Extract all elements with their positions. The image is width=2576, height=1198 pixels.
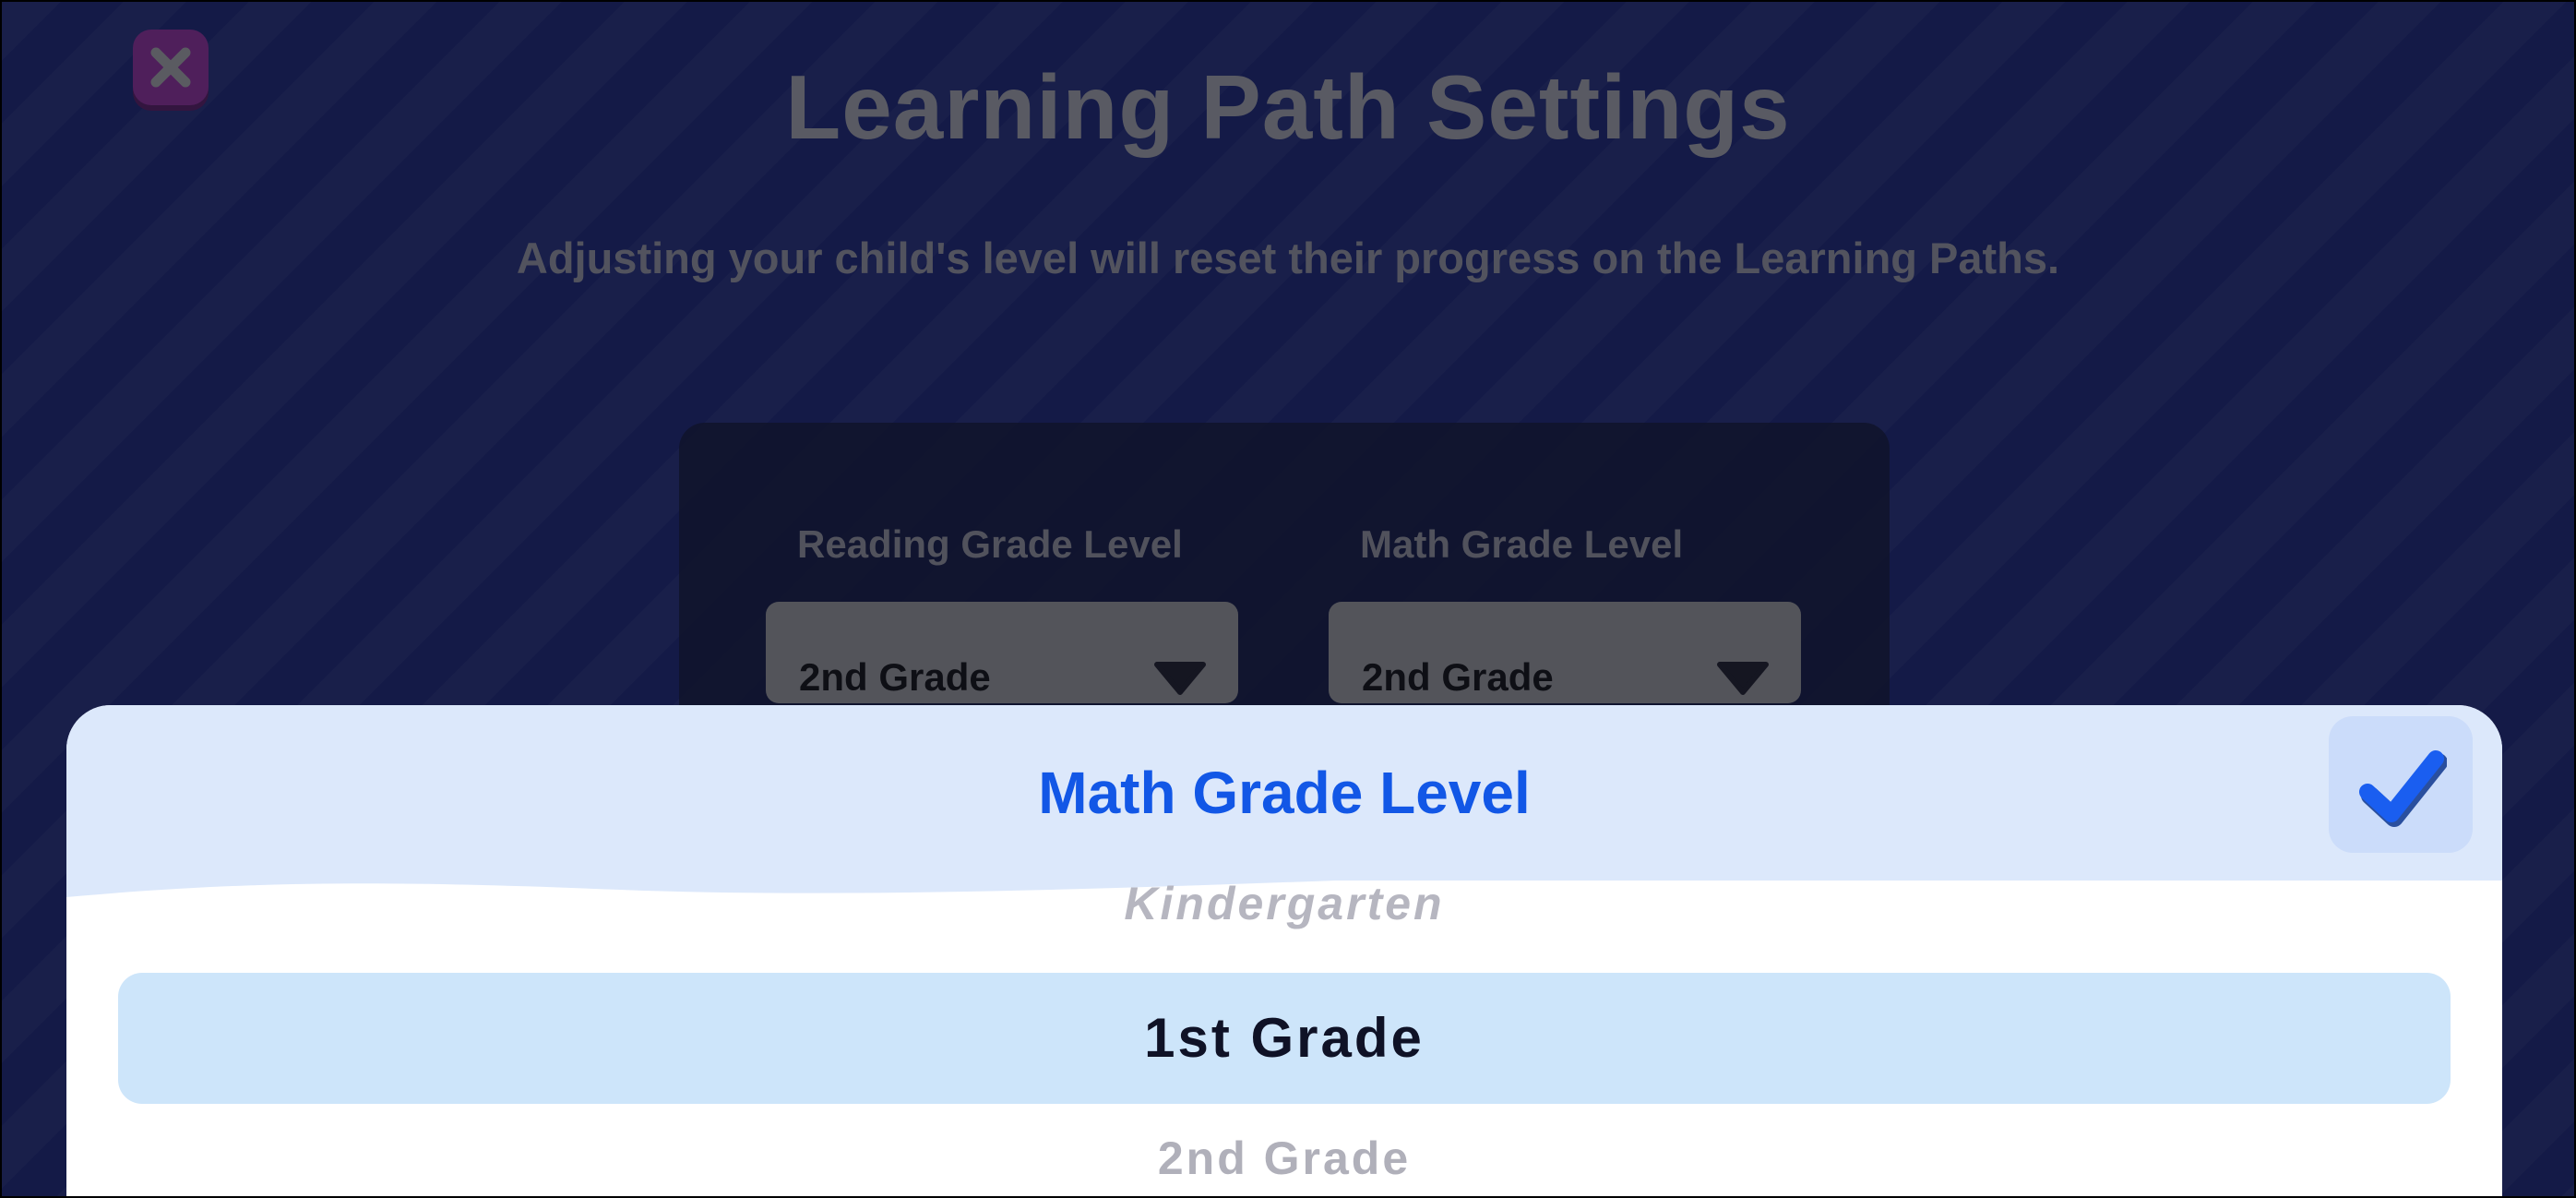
picker-option-selected[interactable]: 1st Grade [118,973,2451,1104]
confirm-button[interactable] [2329,716,2473,853]
picker-option[interactable]: Kindergarten [118,877,2451,930]
learning-path-settings-screen: Learning Path Settings Adjusting your ch… [0,0,2576,1198]
picker-title: Math Grade Level [1038,760,1531,826]
checkmark-icon [2359,750,2447,827]
grade-picker-sheet: Math Grade Level Kindergarten 1st Grade … [66,705,2502,1198]
picker-option[interactable]: 2nd Grade [118,1132,2451,1185]
